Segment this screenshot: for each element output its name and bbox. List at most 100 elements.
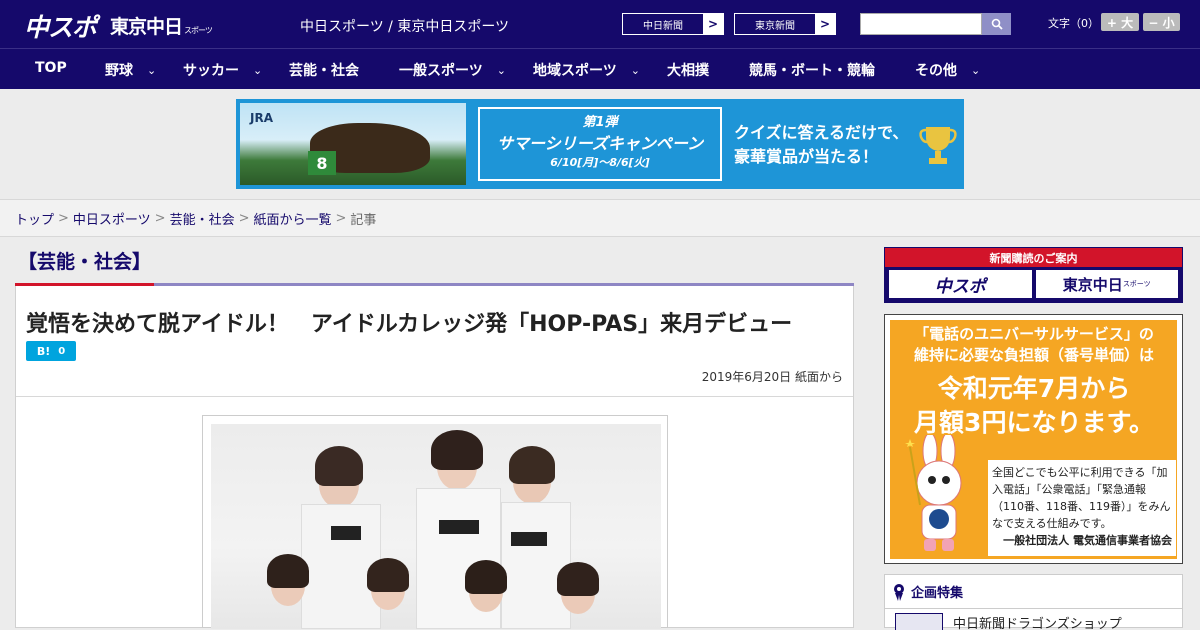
- jra-logo: JRA: [250, 111, 273, 125]
- subscription-logos: 中スポ 東京中日 スポーツ: [885, 267, 1182, 301]
- breadcrumb-link-chunichi-sports[interactable]: 中日スポーツ: [73, 209, 151, 228]
- ad-headline: 「電話のユニバーサルサービス」の 維持に必要な負担額（番号単価）は: [900, 324, 1168, 366]
- banner-area: 8 JRA 第1弾 サマーシリーズキャンペーン 6/10[月]〜8/6[火] ク…: [0, 89, 1200, 199]
- breadcrumb-separator: >: [58, 210, 69, 226]
- nav-item-racing[interactable]: 競馬・ボート・競輪: [749, 60, 875, 80]
- site-title: 中日スポーツ / 東京中日スポーツ: [300, 19, 510, 35]
- nav-item-baseball[interactable]: 野球 ⌄: [105, 60, 156, 80]
- photo-belt: [439, 520, 479, 534]
- subscribe-tokyo-text: 東京中日: [1062, 275, 1123, 294]
- subscribe-chuspo-logo[interactable]: 中スポ: [889, 270, 1032, 298]
- nav-item-sumo[interactable]: 大相撲: [667, 60, 709, 80]
- nav-label: TOP: [35, 60, 67, 76]
- ad-line-2: 維持に必要な負担額（番号単価）は: [913, 346, 1154, 364]
- nav-label: 地域スポーツ: [533, 63, 617, 79]
- tokyo-shimbun-link[interactable]: 東京新聞 >: [734, 13, 836, 35]
- campaign-dates: 6/10[月]〜8/6[火]: [550, 156, 650, 169]
- quiz-line-2: 豪華賞品が当たる！: [734, 147, 879, 166]
- font-smaller-button[interactable]: − 小: [1143, 13, 1180, 31]
- breadcrumb-link-paper-list[interactable]: 紙面から一覧: [254, 209, 332, 228]
- special-feature-item[interactable]: 中日新聞ドラゴンズショップ: [895, 613, 1122, 630]
- nav-label: その他: [915, 63, 957, 79]
- breadcrumb-current: 記事: [350, 212, 377, 228]
- breadcrumb-separator: >: [154, 210, 166, 226]
- universal-service-ad[interactable]: 「電話のユニバーサルサービス」の 維持に必要な負担額（番号単価）は 令和元年7月…: [884, 314, 1183, 564]
- photo-hair: [431, 430, 483, 470]
- breadcrumb-separator: >: [238, 210, 250, 226]
- chevron-down-icon: ⌄: [253, 63, 263, 77]
- nav-item-entertainment[interactable]: 芸能・社会: [289, 60, 359, 80]
- ad-main-text: 令和元年7月から 月額3円になります。: [900, 372, 1168, 440]
- ad-organization: 一般社団法人 電気通信事業者協会: [1003, 534, 1172, 547]
- nav-item-top[interactable]: TOP: [35, 60, 67, 76]
- horse-race-photo: 8 JRA: [240, 103, 466, 185]
- tokyo-chunichi-logo[interactable]: 東京中日 スポーツ: [110, 12, 213, 39]
- nav-item-soccer[interactable]: サッカー ⌄: [183, 60, 262, 80]
- photo-hair: [557, 562, 599, 596]
- jra-banner-ad[interactable]: 8 JRA 第1弾 サマーシリーズキャンペーン 6/10[月]〜8/6[火] ク…: [236, 99, 964, 189]
- tokyo-logo-sub: スポーツ: [184, 26, 213, 35]
- article-date: 2019年6月20日 紙面から: [701, 370, 843, 384]
- chevron-down-icon: ⌄: [496, 63, 506, 77]
- tokyo-shimbun-label: 東京新聞: [735, 14, 815, 34]
- nav-label: 野球: [105, 63, 133, 79]
- article-photo-frame: [202, 415, 668, 629]
- divider: [16, 396, 853, 397]
- trophy-icon: [919, 127, 957, 164]
- font-size-label: 文字（0）: [1048, 17, 1099, 30]
- photo-belt: [511, 532, 547, 546]
- category-heading: 【芸能・社会】: [18, 251, 152, 273]
- special-feature-title: 企画特集: [911, 586, 964, 601]
- breadcrumb: トップ > 中日スポーツ > 芸能・社会 > 紙面から一覧 > 記事: [0, 199, 1200, 237]
- photo-hair: [509, 446, 555, 484]
- quiz-line-1: クイズに答えるだけで、: [734, 123, 909, 142]
- chunichi-shimbun-label: 中日新聞: [623, 14, 703, 34]
- article-card: 覚悟を決めて脱アイドル！ アイドルカレッジ発「HOP-PAS」来月デビュー B!…: [15, 286, 854, 629]
- chevron-right-icon: >: [819, 17, 831, 31]
- ad-line-1: 「電話のユニバーサルサービス」の: [914, 325, 1154, 343]
- ad-background: 「電話のユニバーサルサービス」の 維持に必要な負担額（番号単価）は 令和元年7月…: [890, 320, 1177, 559]
- ribbon-icon: [894, 583, 904, 601]
- search-input[interactable]: [860, 13, 982, 35]
- nav-item-others[interactable]: その他 ⌄: [915, 60, 980, 80]
- hatena-bookmark-icon: B!: [36, 344, 51, 358]
- nav-label: 競馬・ボート・競輪: [749, 63, 875, 79]
- chevron-down-icon: ⌄: [147, 63, 157, 77]
- feature-item-label: 中日新聞ドラゴンズショップ: [953, 617, 1122, 630]
- nav-label: サッカー: [183, 63, 239, 79]
- search-button[interactable]: [982, 13, 1011, 35]
- quiz-text: クイズに答えるだけで、 豪華賞品が当たる！: [734, 121, 908, 169]
- chuspo-logo[interactable]: 中スポ: [24, 8, 97, 44]
- top-header: 中スポ 東京中日 スポーツ 中日スポーツ / 東京中日スポーツ 中日新聞 > 東京…: [0, 0, 1200, 48]
- ad-line-3: 令和元年7月から: [937, 374, 1131, 403]
- subscribe-tokyo-chunichi-logo[interactable]: 東京中日 スポーツ: [1035, 270, 1178, 298]
- horse-number: 8: [308, 151, 336, 175]
- breadcrumb-separator: >: [335, 210, 347, 226]
- nav-item-general-sports[interactable]: 一般スポーツ ⌄: [399, 60, 506, 80]
- photo-hair: [465, 560, 507, 594]
- nav-item-local-sports[interactable]: 地域スポーツ ⌄: [533, 60, 640, 80]
- special-feature-heading: 企画特集: [885, 575, 1182, 609]
- campaign-number: 第1弾: [582, 115, 618, 130]
- photo-hair: [315, 446, 363, 486]
- ad-description: 全国どこでも公平に利用できる「加入電話」「公衆電話」「緊急通報（110番、118…: [988, 460, 1176, 556]
- article-photo[interactable]: [211, 424, 661, 629]
- nav-label: 大相撲: [667, 63, 709, 79]
- breadcrumb-link-entertainment[interactable]: 芸能・社会: [170, 209, 235, 228]
- photo-belt: [331, 526, 361, 540]
- subscription-box[interactable]: 新聞購読のご案内 中スポ 東京中日 スポーツ: [884, 247, 1183, 303]
- campaign-title: サマーシリーズキャンペーン: [496, 134, 704, 153]
- font-bigger-button[interactable]: + 大: [1101, 13, 1139, 31]
- photo-hair: [267, 554, 309, 588]
- hatena-bookmark-button[interactable]: B! 0: [26, 341, 76, 361]
- search-icon: [991, 18, 1003, 30]
- feature-thumbnail: [895, 613, 943, 630]
- tokyo-logo-text: 東京中日: [110, 16, 183, 38]
- chevron-down-icon: ⌄: [630, 63, 640, 77]
- breadcrumb-link-top[interactable]: トップ: [15, 209, 54, 228]
- special-feature-box: 企画特集 中日新聞ドラゴンズショップ: [884, 574, 1183, 630]
- main-nav: TOP 野球 ⌄ サッカー ⌄ 芸能・社会 一般スポーツ ⌄ 地域スポーツ ⌄ 大相撲 …: [0, 48, 1200, 89]
- article-title: 覚悟を決めて脱アイドル！ アイドルカレッジ発「HOP-PAS」来月デビュー: [26, 312, 793, 337]
- hatena-bookmark-count: 0: [58, 345, 66, 357]
- chunichi-shimbun-link[interactable]: 中日新聞 >: [622, 13, 724, 35]
